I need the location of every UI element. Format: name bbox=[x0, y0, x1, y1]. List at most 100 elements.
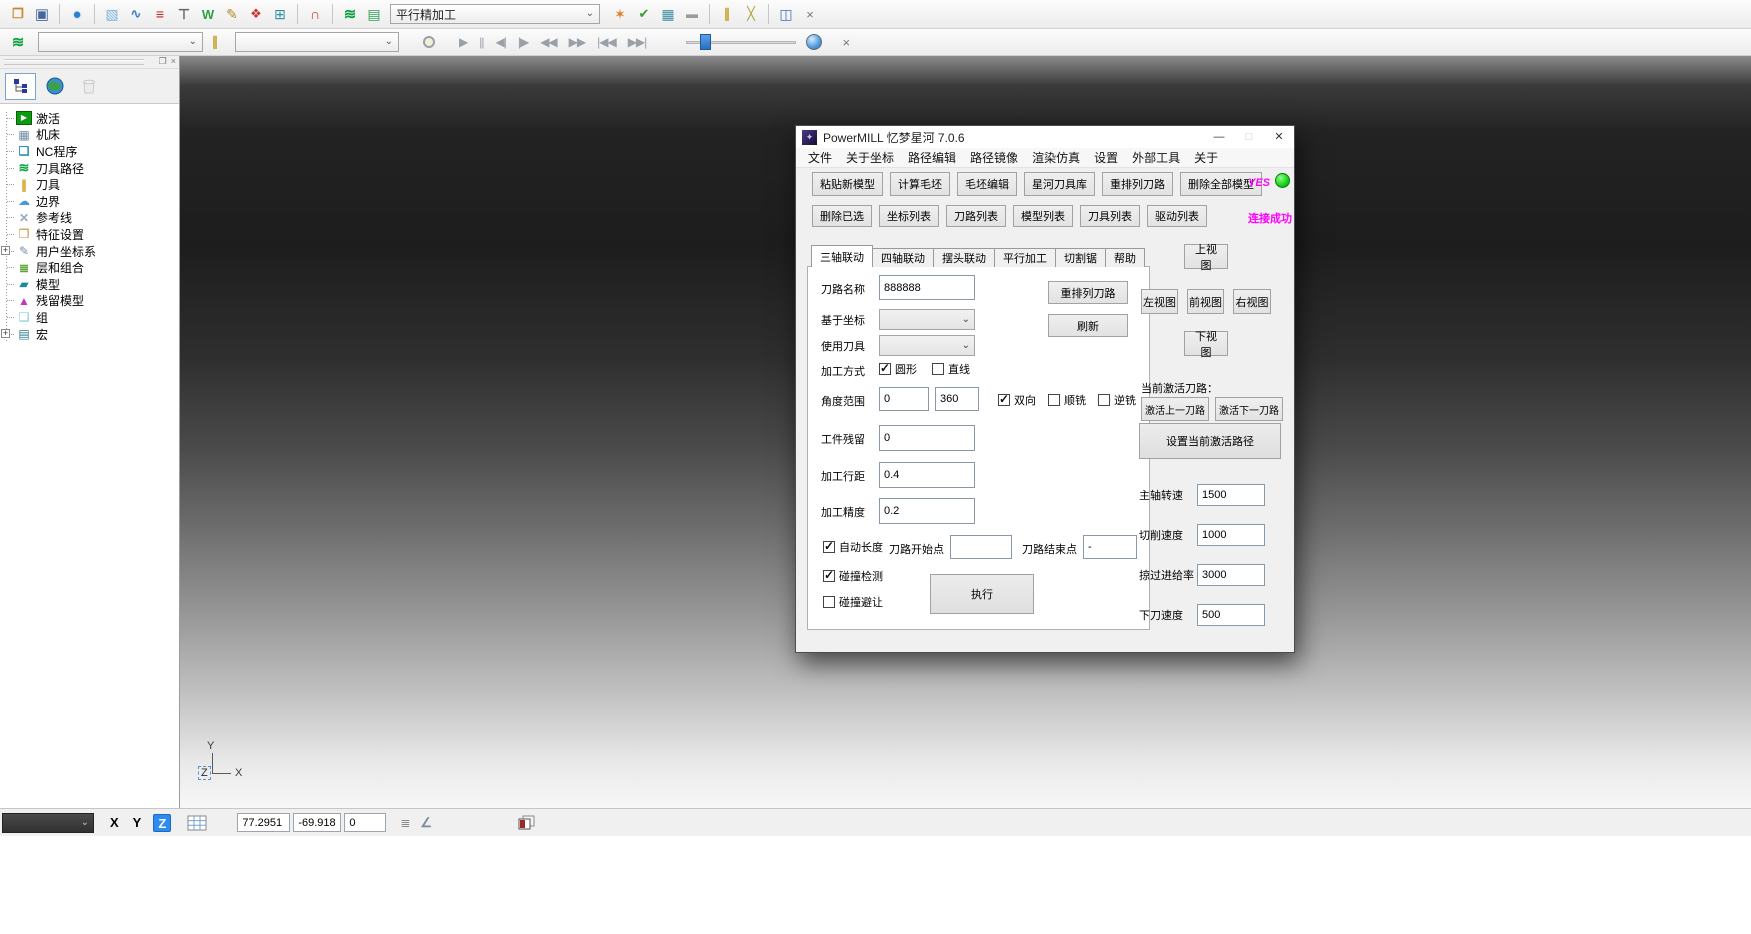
strategy-dropdown[interactable]: 平行精加工 ⌄ bbox=[390, 4, 600, 24]
statusbar-dropdown[interactable]: ⌄ bbox=[2, 813, 94, 833]
dialog-button[interactable]: 毛坯编辑 bbox=[957, 172, 1017, 196]
axis-y-button[interactable]: Y bbox=[133, 815, 142, 830]
coord-dropdown[interactable]: ⌄ bbox=[879, 309, 975, 330]
rearrange-toolpaths-button[interactable]: 重排列刀路 bbox=[1048, 281, 1128, 304]
dialog-button[interactable]: 驱动列表 bbox=[1147, 205, 1207, 227]
refresh-button[interactable]: 刷新 bbox=[1048, 314, 1128, 337]
zlevel-strategy-icon[interactable]: ≡ bbox=[148, 3, 172, 25]
set-active-path-button[interactable]: 设置当前激活路径 bbox=[1139, 423, 1281, 459]
simulation-speed-slider[interactable] bbox=[686, 33, 796, 51]
menu-item[interactable]: 关于坐标 bbox=[839, 149, 901, 166]
toolpath-verify-icon[interactable]: ✔ bbox=[632, 3, 656, 25]
tree-item[interactable]: + ≣ 层和组合 bbox=[0, 259, 179, 276]
checkbox[interactable] bbox=[1048, 394, 1060, 406]
coord-z-input[interactable] bbox=[344, 813, 386, 832]
tab[interactable]: 帮助 bbox=[1105, 248, 1145, 267]
speed-input[interactable] bbox=[1197, 524, 1265, 546]
tree-item[interactable]: + ❒ 特征设置 bbox=[0, 226, 179, 243]
sim-tool-dropdown[interactable]: ⌄ bbox=[235, 32, 399, 52]
tool-dropdown[interactable]: ⌄ bbox=[879, 335, 975, 356]
menu-item[interactable]: 渲染仿真 bbox=[1025, 149, 1087, 166]
tool-select-icon[interactable]: ∥ bbox=[203, 31, 227, 53]
angle-from-input[interactable] bbox=[879, 387, 929, 411]
collision-check-icon[interactable]: ✶ bbox=[608, 3, 632, 25]
stock-input[interactable] bbox=[879, 425, 975, 451]
minimize-button[interactable]: — bbox=[1204, 126, 1234, 148]
coord-x-input[interactable] bbox=[237, 813, 290, 832]
menu-item[interactable]: 路径编辑 bbox=[901, 149, 963, 166]
pattern-pencil-icon[interactable]: ✎ bbox=[220, 3, 244, 25]
block-icon[interactable]: ▧ bbox=[100, 3, 124, 25]
tree-item[interactable]: + ❑ 组 bbox=[0, 309, 179, 326]
execute-button[interactable]: 执行 bbox=[930, 574, 1034, 614]
save-icon[interactable]: ▣ bbox=[30, 3, 54, 25]
collision-avoid-checkbox[interactable]: 碰撞避让 bbox=[823, 594, 883, 610]
ballnose-tool-icon[interactable]: ⊤ bbox=[172, 3, 196, 25]
left-view-button[interactable]: 左视图 bbox=[1141, 289, 1178, 314]
menu-item[interactable]: 设置 bbox=[1087, 149, 1125, 166]
open-project-icon[interactable]: ❐ bbox=[6, 3, 30, 25]
toolpath-name-input[interactable] bbox=[879, 275, 975, 300]
boundary-icon[interactable]: W bbox=[196, 3, 220, 25]
tree-item[interactable]: + ≋ 刀具路径 bbox=[0, 160, 179, 177]
tree-view-icon[interactable] bbox=[5, 73, 36, 100]
points-icon[interactable]: ❖ bbox=[244, 3, 268, 25]
tree-item[interactable]: + ❏ NC程序 bbox=[0, 143, 179, 160]
menu-item[interactable]: 外部工具 bbox=[1125, 149, 1187, 166]
speed-input[interactable] bbox=[1197, 564, 1265, 586]
panel-grip[interactable]: ❐ × bbox=[0, 56, 179, 69]
raster-strategy-icon[interactable]: ∿ bbox=[124, 3, 148, 25]
speed-input[interactable] bbox=[1197, 604, 1265, 626]
tool-holder-icon[interactable]: ∩ bbox=[303, 3, 327, 25]
axis-z-button[interactable]: Z bbox=[153, 814, 171, 832]
rewind-icon[interactable]: ◀◀ bbox=[540, 35, 556, 49]
tree-item[interactable]: + ▶ 激活 bbox=[0, 110, 179, 127]
compare-models-icon[interactable]: ◫ bbox=[774, 3, 798, 25]
go-to-start-icon[interactable]: |◀◀ bbox=[597, 35, 616, 49]
checkbox[interactable] bbox=[1098, 394, 1110, 406]
dialog-button[interactable]: 删除已选 bbox=[812, 205, 872, 227]
ruler-icon[interactable]: ▬ bbox=[680, 3, 704, 25]
angle-to-input[interactable] bbox=[935, 387, 979, 411]
end-point-input[interactable] bbox=[1083, 535, 1137, 559]
dialog-button[interactable]: 计算毛坯 bbox=[890, 172, 950, 196]
graphics-viewport[interactable]: Y X Z ✦ PowerMILL 忆梦星河 7.0.6 — □ ✕ 文件 bbox=[180, 56, 1751, 808]
transform-icon[interactable]: ╳ bbox=[739, 3, 763, 25]
bottom-view-button[interactable]: 下视图 bbox=[1184, 331, 1228, 356]
tab[interactable]: 三轴联动 bbox=[811, 245, 873, 267]
speed-input[interactable] bbox=[1197, 484, 1265, 506]
step-forward-icon[interactable]: |▶ bbox=[518, 35, 528, 49]
tree-expander-icon[interactable]: + bbox=[1, 246, 10, 255]
tree-expander-icon[interactable]: + bbox=[1, 329, 10, 338]
checkbox-option[interactable]: 双向 bbox=[998, 392, 1036, 408]
tree-item[interactable]: + ▰ 模型 bbox=[0, 276, 179, 293]
toolpath-spiral-icon[interactable]: ≋ bbox=[6, 31, 30, 53]
tree-item[interactable]: + ✕ 参考线 bbox=[0, 210, 179, 227]
checkbox-option[interactable]: 顺铣 bbox=[1048, 392, 1086, 408]
menu-item[interactable]: 关于 bbox=[1187, 149, 1225, 166]
workplane-icon[interactable]: ∠ bbox=[420, 815, 432, 831]
dialog-button[interactable]: 模型列表 bbox=[1013, 205, 1073, 227]
dialog-button[interactable]: 粘贴新模型 bbox=[812, 172, 883, 196]
fast-forward-icon[interactable]: ▶▶ bbox=[569, 35, 585, 49]
close-button[interactable]: ✕ bbox=[1264, 126, 1294, 148]
dialog-button[interactable]: 星河刀具库 bbox=[1024, 172, 1095, 196]
start-point-input[interactable] bbox=[950, 535, 1012, 559]
go-to-end-icon[interactable]: ▶▶| bbox=[628, 35, 647, 49]
toolbar-close-icon[interactable]: × bbox=[834, 31, 858, 53]
window-compare-icon[interactable] bbox=[518, 815, 535, 830]
checkbox[interactable] bbox=[823, 596, 835, 608]
feature-set-icon[interactable]: ⊞ bbox=[268, 3, 292, 25]
checkbox[interactable] bbox=[879, 363, 891, 375]
menu-item[interactable]: 文件 bbox=[801, 149, 839, 166]
pause-icon[interactable]: || bbox=[479, 35, 483, 49]
tab[interactable]: 四轴联动 bbox=[872, 248, 934, 267]
play-icon[interactable]: ▶ bbox=[459, 35, 467, 49]
auto-length-checkbox[interactable]: 自动长度 bbox=[823, 539, 883, 555]
toolbar-close-icon[interactable]: × bbox=[798, 3, 822, 25]
step-back-icon[interactable]: ◀| bbox=[495, 35, 505, 49]
calculator-icon[interactable]: ▦ bbox=[656, 3, 680, 25]
checkbox-option[interactable]: 圆形 bbox=[879, 361, 917, 377]
tool-pair-icon[interactable]: ∥ bbox=[715, 3, 739, 25]
tree-item[interactable]: + ✎ 用户坐标系 bbox=[0, 243, 179, 260]
